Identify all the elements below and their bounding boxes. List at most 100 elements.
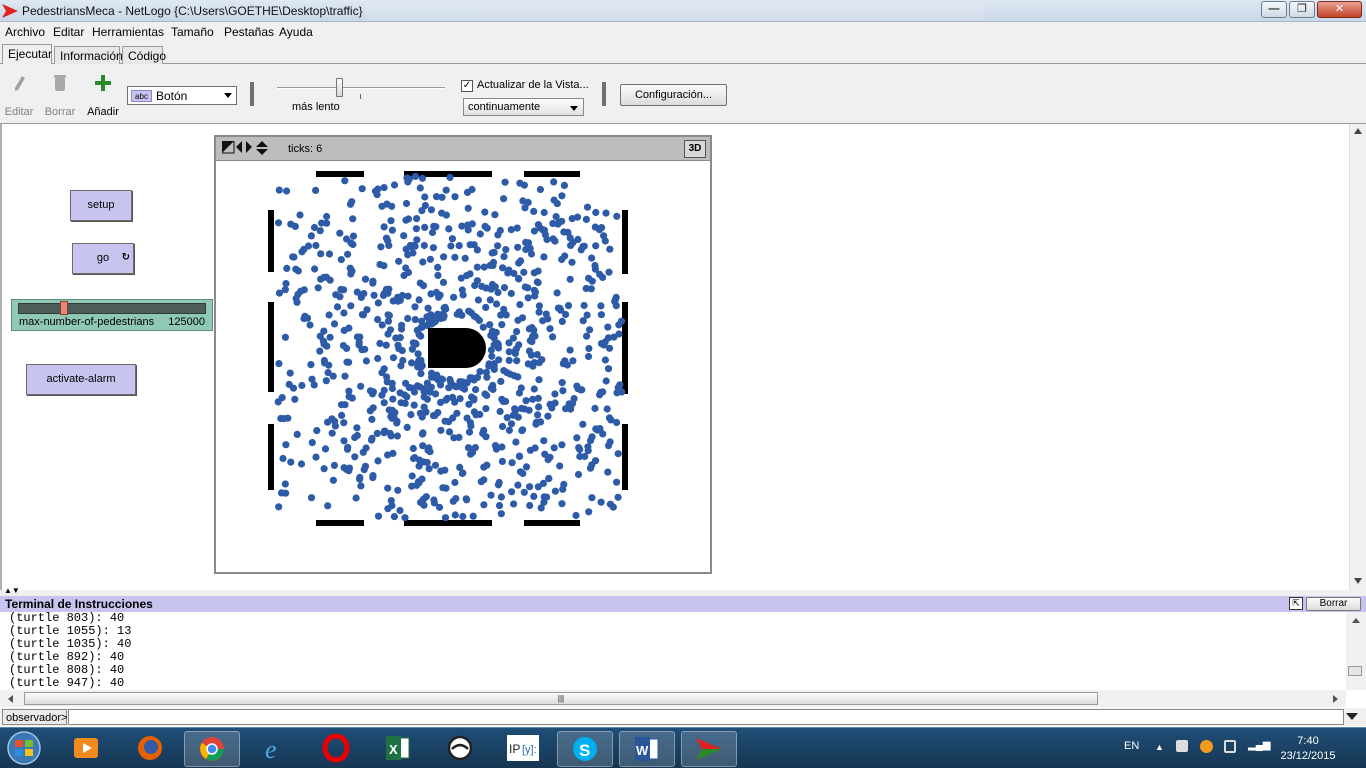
pedestrian-turtle [411, 242, 419, 250]
pedestrian-turtle [558, 192, 566, 200]
menu-tamano[interactable]: Tamaño [171, 25, 214, 39]
tab-codigo[interactable]: Código [122, 46, 166, 64]
pedestrian-turtle [282, 441, 290, 449]
show-hidden-icons-icon[interactable]: ▲ [1155, 742, 1164, 752]
world-canvas[interactable] [216, 162, 710, 572]
agent-context-selector[interactable]: observador> [2, 709, 67, 725]
menu-herramientas[interactable]: Herramientas [92, 25, 164, 39]
slider-track[interactable] [18, 303, 206, 314]
scroll-right-icon[interactable] [1333, 695, 1338, 703]
pedestrian-turtle [527, 250, 536, 258]
scroll-up-icon[interactable] [1352, 618, 1360, 623]
speed-slider-thumb[interactable] [336, 78, 343, 97]
history-dropdown-icon[interactable] [1346, 713, 1358, 720]
interface-vertical-scrollbar[interactable] [1349, 124, 1366, 590]
update-icon[interactable] [1200, 740, 1213, 753]
add-button[interactable]: Añadir [85, 72, 121, 120]
pedestrian-turtle [289, 384, 298, 392]
pedestrian-turtle [492, 328, 500, 337]
widget-type-select[interactable]: abc Botón [127, 86, 237, 105]
windows-media-player-icon[interactable] [60, 731, 116, 767]
max-pedestrians-slider[interactable]: max-number-of-pedestrians 125000 [11, 299, 213, 331]
pedestrian-turtle [526, 446, 534, 454]
close-button[interactable]: ✕ [1317, 1, 1362, 18]
circle-app-icon[interactable] [433, 731, 489, 767]
pedestrian-turtle [349, 215, 357, 223]
3d-button[interactable]: 3D [684, 140, 706, 158]
skype-icon[interactable]: S [557, 731, 613, 767]
update-mode-select[interactable]: continuamente [463, 98, 584, 116]
activate-alarm-button[interactable]: activate-alarm [26, 364, 136, 395]
clear-button[interactable]: Borrar [1306, 597, 1361, 611]
splitter-arrows-icon[interactable]: ▲▼ [4, 586, 20, 595]
pedestrian-turtle [495, 478, 503, 487]
pedestrian-turtle [476, 230, 484, 238]
excel-icon[interactable]: X [371, 731, 427, 767]
output-vertical-scrollbar[interactable] [1346, 612, 1366, 690]
firefox-icon[interactable] [123, 731, 179, 767]
horizontal-scroll-thumb[interactable]: ||| [24, 692, 1098, 705]
pedestrian-turtle [522, 238, 530, 246]
pedestrian-turtle [480, 476, 488, 484]
command-input[interactable] [68, 709, 1344, 725]
pedestrian-turtle [514, 481, 522, 489]
update-view-label[interactable]: Actualizar de la Vista... [477, 79, 589, 91]
pedestrian-turtle [544, 456, 552, 464]
chrome-icon[interactable] [184, 731, 240, 767]
scroll-thumb[interactable] [1348, 666, 1362, 676]
popout-icon[interactable]: ⇱ [1289, 597, 1303, 610]
pedestrian-turtle [307, 232, 315, 240]
menu-pestanas[interactable]: Pestañas [224, 25, 274, 39]
pedestrian-turtle [584, 443, 592, 451]
scroll-up-icon[interactable] [1354, 128, 1362, 134]
settings-button[interactable]: Configuración... [620, 84, 727, 106]
word-icon[interactable]: W [619, 731, 675, 767]
pedestrian-turtle [450, 293, 458, 301]
tab-informacion[interactable]: Información [54, 46, 123, 64]
menu-archivo[interactable]: Archivo [5, 25, 45, 39]
slider-thumb[interactable] [60, 301, 68, 315]
pedestrian-turtle [320, 465, 328, 473]
pedestrian-turtle [483, 373, 491, 381]
maximize-button[interactable]: ❐ [1289, 1, 1315, 18]
pedestrian-turtle [368, 434, 376, 442]
view-control-icons[interactable] [222, 141, 280, 157]
world-view[interactable]: ticks: 6 3D [214, 135, 712, 574]
setup-button[interactable]: setup [70, 190, 132, 221]
go-button[interactable]: go ↻ [72, 243, 134, 274]
menu-editar[interactable]: Editar [53, 25, 84, 39]
ipython-icon[interactable]: IP [y]: [495, 731, 551, 767]
windows-start-icon[interactable] [4, 731, 44, 766]
pedestrian-turtle [404, 268, 413, 277]
pedestrian-turtle [362, 357, 370, 365]
edit-button[interactable]: Editar [4, 72, 34, 120]
output-horizontal-scrollbar[interactable]: ||| [0, 690, 1346, 707]
clock[interactable]: 7:40 23/12/2015 [1268, 734, 1348, 764]
minimize-button[interactable]: — [1261, 1, 1287, 18]
tab-ejecutar[interactable]: Ejecutar [2, 44, 52, 65]
scroll-left-icon[interactable] [8, 695, 13, 703]
forever-arrows-icon: ↻ [121, 252, 130, 263]
pedestrian-turtle [505, 348, 513, 356]
action-center-icon[interactable] [1176, 740, 1188, 752]
language-indicator[interactable]: EN [1124, 740, 1139, 752]
pedestrian-turtle [605, 268, 613, 276]
opera-icon[interactable] [309, 731, 365, 767]
scroll-down-icon[interactable] [1354, 578, 1362, 584]
menu-ayuda[interactable]: Ayuda [279, 25, 313, 39]
pedestrian-turtle [597, 311, 605, 319]
pedestrian-turtle [479, 323, 487, 331]
pedestrian-turtle [283, 264, 291, 272]
pedestrian-turtle [328, 429, 336, 437]
speed-slider-track[interactable] [277, 87, 445, 89]
pedestrian-turtle [508, 488, 516, 496]
internet-explorer-icon[interactable]: e [247, 731, 303, 767]
pedestrian-turtle [388, 379, 396, 387]
netlogo-icon[interactable] [681, 731, 737, 767]
update-view-checkbox[interactable]: ✓ [461, 80, 473, 92]
pedestrian-turtle [534, 267, 542, 275]
pedestrian-turtle [459, 378, 467, 386]
battery-icon[interactable] [1224, 740, 1236, 753]
pedestrian-turtle [531, 292, 539, 300]
delete-button[interactable]: Borrar [42, 72, 78, 120]
